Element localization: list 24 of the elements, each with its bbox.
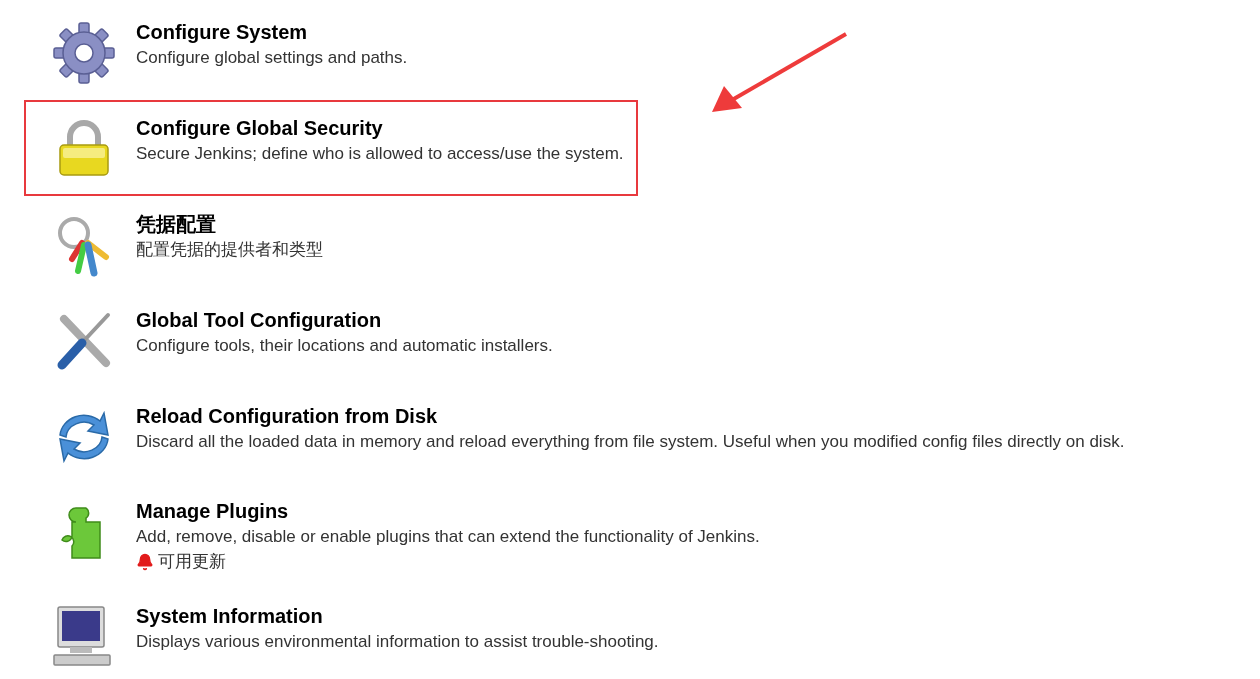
- menu-item[interactable]: 凭据配置 配置凭据的提供者和类型: [24, 196, 337, 292]
- highlighted-menu-item[interactable]: Configure Global Security Secure Jenkins; define who is allowed to access/use the system.: [24, 100, 638, 196]
- item-description: Discard all the loaded data in memory and reload everything from file system. Useful when you modified config files directly on disk.: [136, 431, 1125, 453]
- item-description: 配置凭据的提供者和类型: [136, 239, 323, 261]
- menu-item[interactable]: Configure System Configure global settings and paths.: [24, 4, 422, 100]
- bell-icon: [136, 553, 154, 571]
- item-title[interactable]: Configure System: [136, 19, 408, 45]
- gear-icon: [52, 21, 116, 85]
- item-title[interactable]: 凭据配置: [136, 211, 323, 237]
- item-title[interactable]: Manage Plugins: [136, 498, 760, 524]
- item-title[interactable]: System Information: [136, 603, 659, 629]
- menu-item[interactable]: System Information Displays various environmental information to assist trouble-shooting.: [24, 588, 673, 679]
- menu-item[interactable]: Reload Configuration from Disk Discard all the loaded data in memory and reload everything from file system. Useful when you modified config files directly on disk.: [24, 388, 1139, 484]
- item-description: Displays various environmental information to assist trouble-shooting.: [136, 631, 659, 653]
- item-title[interactable]: Reload Configuration from Disk: [136, 403, 1125, 429]
- update-notice[interactable]: 可用更新: [158, 550, 226, 574]
- menu-item[interactable]: Manage Plugins Add, remove, disable or enable plugins that can extend the functionality of Jenkins. 可用更新: [24, 484, 774, 588]
- item-title[interactable]: Configure Global Security: [136, 115, 624, 141]
- item-description: Configure tools, their locations and automatic installers.: [136, 335, 553, 357]
- item-description: Secure Jenkins; define who is allowed to access/use the system.: [136, 143, 624, 165]
- item-description: Add, remove, disable or enable plugins that can extend the functionality of Jenkins.: [136, 526, 760, 548]
- item-title[interactable]: Global Tool Configuration: [136, 307, 553, 333]
- item-description: Configure global settings and paths.: [136, 47, 408, 69]
- menu-item[interactable]: Global Tool Configuration Configure tools, their locations and automatic installers.: [24, 292, 567, 388]
